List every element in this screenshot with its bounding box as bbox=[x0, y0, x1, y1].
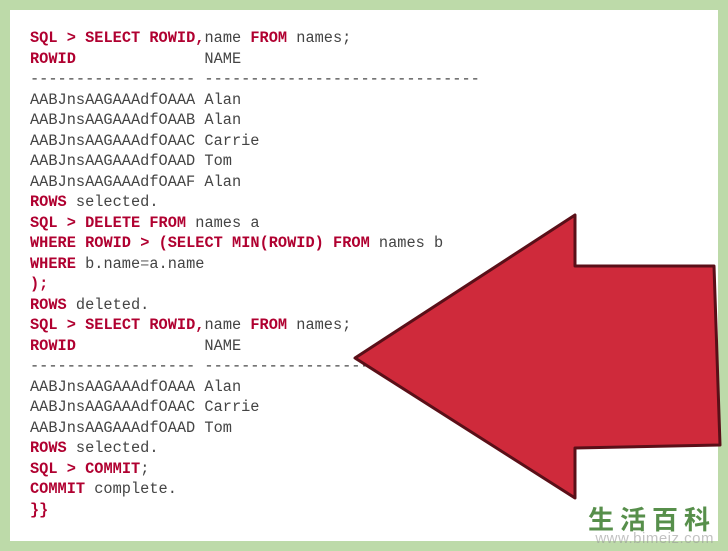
code-token: AABJnsAAGAAAdfOAAC Carrie bbox=[30, 132, 260, 150]
code-token bbox=[324, 234, 333, 252]
code-token: SQL bbox=[30, 316, 58, 334]
code-token bbox=[76, 29, 85, 47]
code-token: ROWID bbox=[85, 234, 131, 252]
code-token: ( bbox=[260, 234, 269, 252]
code-token bbox=[223, 234, 232, 252]
code-token: ) bbox=[315, 234, 324, 252]
code-token: names a bbox=[186, 214, 259, 232]
code-token: ROWID bbox=[149, 316, 195, 334]
code-token: SQL bbox=[30, 460, 58, 478]
code-token: a.name bbox=[149, 255, 204, 273]
code-token: SQL bbox=[30, 214, 58, 232]
code-token: MIN bbox=[232, 234, 260, 252]
code-token: FROM bbox=[333, 234, 370, 252]
code-token: FROM bbox=[250, 29, 287, 47]
code-token: SELECT bbox=[85, 316, 140, 334]
code-token: AABJnsAAGAAAdfOAAD Tom bbox=[30, 419, 232, 437]
watermark-logo: 生活百科 bbox=[588, 509, 716, 530]
code-token: deleted. bbox=[67, 296, 150, 314]
code-token bbox=[76, 234, 85, 252]
code-token: SELECT bbox=[168, 234, 223, 252]
code-token: FROM bbox=[250, 316, 287, 334]
code-token: names b bbox=[370, 234, 443, 252]
code-token bbox=[76, 316, 85, 334]
code-token: AABJnsAAGAAAdfOAAF Alan bbox=[30, 173, 241, 191]
code-panel: SQL > SELECT ROWID,name FROM names; ROWI… bbox=[10, 10, 718, 541]
code-token: COMMIT bbox=[85, 460, 140, 478]
code-token: NAME bbox=[76, 337, 241, 355]
code-token: name bbox=[204, 29, 250, 47]
code-token: WHERE bbox=[30, 255, 76, 273]
code-token bbox=[58, 29, 67, 47]
code-token bbox=[131, 234, 140, 252]
code-token bbox=[140, 29, 149, 47]
code-token: SQL bbox=[30, 29, 58, 47]
code-token: names; bbox=[287, 29, 351, 47]
code-token: }} bbox=[30, 501, 48, 519]
code-token: WHERE bbox=[30, 234, 76, 252]
watermark-url: www.bimeiz.com bbox=[595, 529, 714, 550]
code-token: ------------------ ---------------------… bbox=[30, 70, 480, 88]
code-token: selected. bbox=[67, 439, 159, 457]
code-token bbox=[140, 316, 149, 334]
code-token: ; bbox=[140, 460, 149, 478]
code-token: > bbox=[67, 29, 76, 47]
code-token: SELECT bbox=[85, 29, 140, 47]
code-token: ROWS bbox=[30, 296, 67, 314]
code-token: DELETE bbox=[85, 214, 140, 232]
code-token: ( bbox=[159, 234, 168, 252]
code-token: AABJnsAAGAAAdfOAAB Alan bbox=[30, 111, 241, 129]
page-frame: SQL > SELECT ROWID,name FROM names; ROWI… bbox=[0, 0, 728, 551]
code-token: COMMIT bbox=[30, 480, 85, 498]
code-token: ); bbox=[30, 275, 48, 293]
code-token: FROM bbox=[149, 214, 186, 232]
code-token: > bbox=[67, 460, 76, 478]
code-token bbox=[76, 460, 85, 478]
code-token: name bbox=[204, 316, 250, 334]
code-token: AABJnsAAGAAAdfOAAA Alan bbox=[30, 378, 241, 396]
code-token: ROWID bbox=[149, 29, 195, 47]
code-token: b.name bbox=[76, 255, 140, 273]
code-token bbox=[149, 234, 158, 252]
code-token: > bbox=[67, 214, 76, 232]
code-token: NAME bbox=[76, 50, 241, 68]
sql-terminal-output: SQL > SELECT ROWID,name FROM names; ROWI… bbox=[30, 28, 698, 520]
code-token: names; bbox=[287, 316, 351, 334]
code-token bbox=[58, 316, 67, 334]
code-token: > bbox=[67, 316, 76, 334]
code-token: ------------------ ---------------------… bbox=[30, 357, 406, 375]
code-token bbox=[58, 214, 67, 232]
code-token bbox=[58, 460, 67, 478]
code-token: AABJnsAAGAAAdfOAAD Tom bbox=[30, 152, 232, 170]
code-token: ROWID bbox=[269, 234, 315, 252]
code-token: selected. bbox=[67, 193, 159, 211]
code-token: AABJnsAAGAAAdfOAAA Alan bbox=[30, 91, 241, 109]
code-token: > bbox=[140, 234, 149, 252]
code-token bbox=[76, 214, 85, 232]
code-token: AABJnsAAGAAAdfOAAC Carrie bbox=[30, 398, 260, 416]
code-token bbox=[140, 214, 149, 232]
code-token: ROWID bbox=[30, 337, 76, 355]
code-token: ROWID bbox=[30, 50, 76, 68]
code-token: complete. bbox=[85, 480, 177, 498]
code-token: = bbox=[140, 255, 149, 273]
code-token: ROWS bbox=[30, 439, 67, 457]
code-token: ROWS bbox=[30, 193, 67, 211]
